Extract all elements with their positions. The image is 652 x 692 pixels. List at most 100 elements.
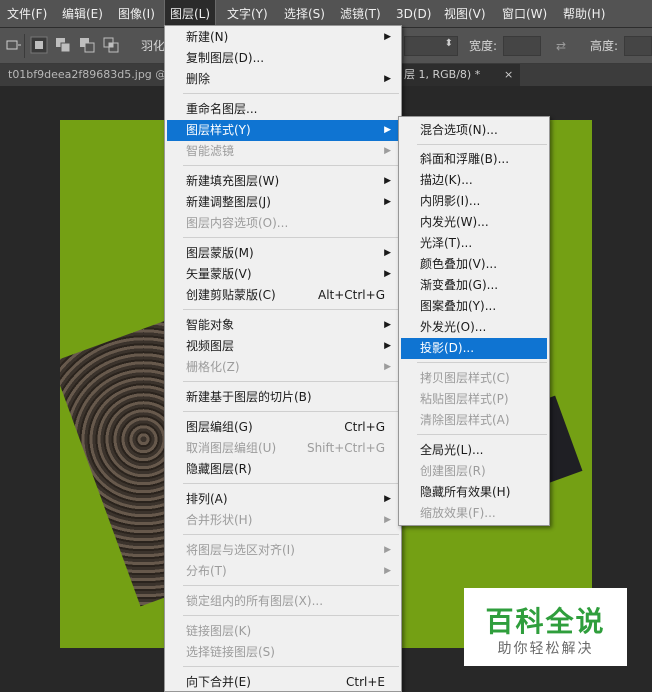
submenu-arrow-icon: ▶ <box>384 176 391 186</box>
style-select[interactable]: ⬍ <box>404 36 458 56</box>
menu-item-color-overlay[interactable]: 颜色叠加(V)... <box>401 254 547 275</box>
menu-item-inner-glow[interactable]: 内发光(W)... <box>401 212 547 233</box>
menu-filter[interactable]: 滤镜(T) <box>335 0 386 28</box>
menu-item-satin[interactable]: 光泽(T)... <box>401 233 547 254</box>
menu-item-rasterize[interactable]: 栅格化(Z) ▶ <box>167 357 399 378</box>
height-field[interactable] <box>624 36 652 56</box>
menu-item-new[interactable]: 新建(N) ▶ <box>167 27 399 48</box>
close-icon[interactable]: × <box>500 64 520 86</box>
menu-window[interactable]: 窗口(W) <box>497 0 552 28</box>
menu-item-gradient-overlay[interactable]: 渐变叠加(G)... <box>401 275 547 296</box>
intersect-selection-icon[interactable] <box>102 36 120 54</box>
menu-item-hide-all-effects[interactable]: 隐藏所有效果(H) <box>401 482 547 503</box>
layer-menu: 新建(N) ▶ 复制图层(D)... 删除 ▶ 重命名图层... 图层样式(Y) ▶ … <box>164 25 402 692</box>
submenu-arrow-icon: ▶ <box>384 146 391 156</box>
menu-3d[interactable]: 3D(D) <box>391 0 436 28</box>
menu-separator <box>417 434 547 435</box>
add-selection-icon[interactable] <box>54 36 72 54</box>
submenu-arrow-icon: ▶ <box>384 248 391 258</box>
menu-item-paste-layer-style[interactable]: 粘贴图层样式(P) <box>401 389 547 410</box>
menu-separator <box>183 93 399 94</box>
chevron-updown-icon: ⬍ <box>444 38 453 49</box>
menu-item-layer-mask[interactable]: 图层蒙版(M) ▶ <box>167 243 399 264</box>
menu-item-create-layers[interactable]: 创建图层(R) <box>401 461 547 482</box>
submenu-arrow-icon: ▶ <box>384 32 391 42</box>
menu-view[interactable]: 视图(V) <box>439 0 491 28</box>
menu-item-merge-down[interactable]: 向下合并(E) Ctrl+E <box>167 672 399 692</box>
menu-select[interactable]: 选择(S) <box>279 0 330 28</box>
width-field[interactable] <box>503 36 541 56</box>
menu-item-video-layer[interactable]: 视频图层 ▶ <box>167 336 399 357</box>
subtract-selection-icon[interactable] <box>78 36 96 54</box>
menu-item-link-layers[interactable]: 链接图层(K) <box>167 621 399 642</box>
menu-item-bevel-emboss[interactable]: 斜面和浮雕(B)... <box>401 149 547 170</box>
menu-item-delete[interactable]: 删除 ▶ <box>167 69 399 90</box>
submenu-arrow-icon: ▶ <box>384 362 391 372</box>
menu-item-scale-effects[interactable]: 缩放效果(F)... <box>401 503 547 524</box>
menu-item-vector-mask[interactable]: 矢量蒙版(V) ▶ <box>167 264 399 285</box>
menu-item-clear-layer-style[interactable]: 清除图层样式(A) <box>401 410 547 431</box>
menu-item-new-adjustment-layer[interactable]: 新建调整图层(J) ▶ <box>167 192 399 213</box>
menu-layer[interactable]: 图层(L) <box>163 0 217 29</box>
menu-separator <box>183 585 399 586</box>
menu-item-select-linked[interactable]: 选择链接图层(S) <box>167 642 399 663</box>
submenu-arrow-icon: ▶ <box>384 125 391 135</box>
menu-type[interactable]: 文字(Y) <box>222 0 273 28</box>
menu-item-stroke[interactable]: 描边(K)... <box>401 170 547 191</box>
menu-image[interactable]: 图像(I) <box>113 0 160 28</box>
document-tab-title[interactable]: 层 1, RGB/8) * <box>396 64 506 86</box>
watermark-title: 百科全说 <box>485 605 606 638</box>
menu-separator <box>417 144 547 145</box>
menu-item-distribute[interactable]: 分布(T) ▶ <box>167 561 399 582</box>
menu-item-pattern-overlay[interactable]: 图案叠加(Y)... <box>401 296 547 317</box>
menu-item-lock-all-layers[interactable]: 锁定组内的所有图层(X)... <box>167 591 399 612</box>
menu-item-smart-object[interactable]: 智能对象 ▶ <box>167 315 399 336</box>
menu-separator <box>183 165 399 166</box>
menu-item-group-layers[interactable]: 图层编组(G) Ctrl+G <box>167 417 399 438</box>
menu-item-clipping-mask[interactable]: 创建剪贴蒙版(C) Alt+Ctrl+G <box>167 285 399 306</box>
menu-item-layer-slice[interactable]: 新建基于图层的切片(B) <box>167 387 399 408</box>
menu-item-blending-options[interactable]: 混合选项(N)... <box>401 120 547 141</box>
submenu-arrow-icon: ▶ <box>384 320 391 330</box>
shortcut-label: Alt+Ctrl+G <box>317 288 385 302</box>
submenu-arrow-icon: ▶ <box>384 545 391 555</box>
new-selection-icon[interactable] <box>30 36 48 54</box>
menu-item-layer-style[interactable]: 图层样式(Y) ▶ <box>167 120 399 141</box>
menu-edit[interactable]: 编辑(E) <box>57 0 108 28</box>
layer-style-submenu: 混合选项(N)... 斜面和浮雕(B)... 描边(K)... 内阴影(I)..… <box>398 116 550 526</box>
menu-item-hide-layers[interactable]: 隐藏图层(R) <box>167 459 399 480</box>
watermark: 百科全说 助你轻松解决 <box>464 588 627 666</box>
menu-item-combine-shapes[interactable]: 合并形状(H) ▶ <box>167 510 399 531</box>
document-tab[interactable]: t01bf9deea2f89683d5.jpg @ <box>0 64 165 86</box>
menu-item-duplicate[interactable]: 复制图层(D)... <box>167 48 399 69</box>
menu-file[interactable]: 文件(F) <box>2 0 52 28</box>
tool-preset-icon[interactable] <box>4 36 22 54</box>
menu-bar: 文件(F) 编辑(E) 图像(I) 图层(L) 文字(Y) 选择(S) 滤镜(T… <box>0 0 652 29</box>
height-label: 高度: <box>590 39 619 53</box>
feather-label: 羽化 <box>141 39 166 53</box>
menu-item-smart-filter[interactable]: 智能滤镜 ▶ <box>167 141 399 162</box>
menu-item-content-options[interactable]: 图层内容选项(O)... <box>167 213 399 234</box>
width-label: 宽度: <box>469 39 498 53</box>
shortcut-label: Ctrl+G <box>344 420 385 434</box>
menu-item-copy-layer-style[interactable]: 拷贝图层样式(C) <box>401 368 547 389</box>
submenu-arrow-icon: ▶ <box>384 74 391 84</box>
menu-item-inner-shadow[interactable]: 内阴影(I)... <box>401 191 547 212</box>
menu-item-rename[interactable]: 重命名图层... <box>167 99 399 120</box>
menu-item-drop-shadow[interactable]: 投影(D)... <box>401 338 547 359</box>
shortcut-label: Shift+Ctrl+G <box>306 441 385 455</box>
menu-separator <box>183 411 399 412</box>
menu-item-global-light[interactable]: 全局光(L)... <box>401 440 547 461</box>
menu-separator <box>183 237 399 238</box>
menu-item-new-fill-layer[interactable]: 新建填充图层(W) ▶ <box>167 171 399 192</box>
menu-item-arrange[interactable]: 排列(A) ▶ <box>167 489 399 510</box>
submenu-arrow-icon: ▶ <box>384 341 391 351</box>
options-separator <box>24 34 25 58</box>
menu-separator <box>183 615 399 616</box>
menu-item-outer-glow[interactable]: 外发光(O)... <box>401 317 547 338</box>
submenu-arrow-icon: ▶ <box>384 515 391 525</box>
menu-help[interactable]: 帮助(H) <box>558 0 610 28</box>
menu-item-align-to-selection[interactable]: 将图层与选区对齐(I) ▶ <box>167 540 399 561</box>
swap-icon[interactable]: ⇄ <box>556 28 566 64</box>
menu-item-ungroup-layers[interactable]: 取消图层编组(U) Shift+Ctrl+G <box>167 438 399 459</box>
